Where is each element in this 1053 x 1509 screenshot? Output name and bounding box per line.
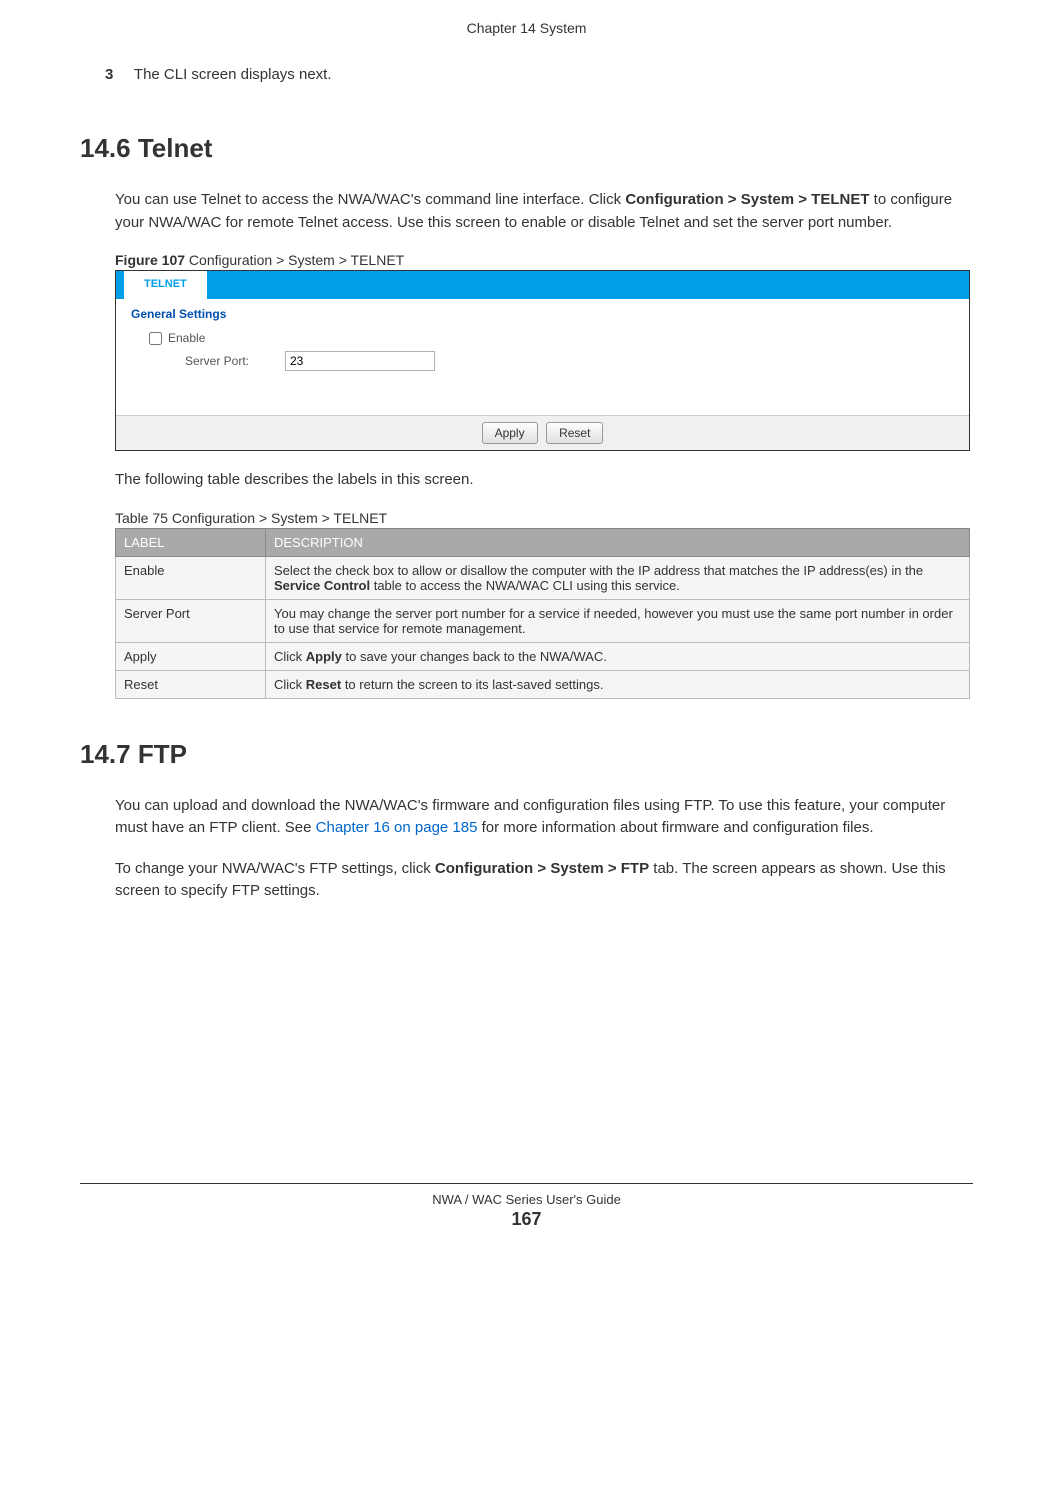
general-settings-heading: General Settings: [131, 307, 954, 321]
section-14-7-heading: 14.7 FTP: [80, 739, 973, 770]
step-number: 3: [105, 66, 130, 83]
table-header-label: LABEL: [116, 528, 266, 556]
cell-desc: Click Apply to save your changes back to…: [266, 642, 970, 670]
para1-post: for more information about firmware and …: [477, 819, 873, 836]
chapter-header: Chapter 14 System: [80, 20, 973, 36]
tab-strip: TELNET: [116, 271, 969, 299]
enable-label: Enable: [168, 331, 205, 345]
table-75: LABEL DESCRIPTION Enable Select the chec…: [115, 528, 970, 699]
step-3-line: 3 The CLI screen displays next.: [105, 66, 973, 83]
enable-checkbox[interactable]: [149, 332, 162, 345]
section-14-6-para1: You can use Telnet to access the NWA/WAC…: [115, 189, 973, 234]
cell-desc: Click Reset to return the screen to its …: [266, 670, 970, 698]
cell-desc: You may change the server port number fo…: [266, 599, 970, 642]
table-row: Server Port You may change the server po…: [116, 599, 970, 642]
page-number: 167: [80, 1209, 973, 1230]
section-14-7-para2: To change your NWA/WAC's FTP settings, c…: [115, 858, 973, 903]
tab-telnet[interactable]: TELNET: [124, 271, 207, 299]
cell-label: Enable: [116, 556, 266, 599]
section-14-6-heading: 14.6 Telnet: [80, 133, 973, 164]
table-header-description: DESCRIPTION: [266, 528, 970, 556]
apply-button[interactable]: Apply: [482, 422, 538, 444]
page-footer: NWA / WAC Series User's Guide 167: [80, 1183, 973, 1230]
para2-pre: To change your NWA/WAC's FTP settings, c…: [115, 860, 435, 877]
figure-107-label: Figure 107 Configuration > System > TELN…: [115, 252, 973, 268]
panel-inner: General Settings Enable Server Port:: [116, 299, 969, 415]
figure-107-screenshot: TELNET General Settings Enable Server Po…: [115, 270, 970, 451]
table-row: Reset Click Reset to return the screen t…: [116, 670, 970, 698]
figure-label-text: Configuration > System > TELNET: [185, 252, 404, 268]
table-row: Apply Click Apply to save your changes b…: [116, 642, 970, 670]
para1-bold: Configuration > System > TELNET: [625, 191, 869, 208]
table-intro: The following table describes the labels…: [115, 469, 973, 492]
button-bar: Apply Reset: [116, 415, 969, 450]
server-port-label: Server Port:: [185, 354, 285, 368]
link-chapter-16[interactable]: Chapter 16 on page 185: [316, 819, 478, 836]
para2-bold: Configuration > System > FTP: [435, 860, 649, 877]
table-row: Enable Select the check box to allow or …: [116, 556, 970, 599]
table-75-caption: Table 75 Configuration > System > TELNET: [115, 510, 973, 526]
cell-desc: Select the check box to allow or disallo…: [266, 556, 970, 599]
cell-label: Apply: [116, 642, 266, 670]
footer-guide-name: NWA / WAC Series User's Guide: [80, 1192, 973, 1207]
cell-label: Reset: [116, 670, 266, 698]
server-port-input[interactable]: [285, 351, 435, 371]
enable-row: Enable: [149, 331, 954, 345]
reset-button[interactable]: Reset: [546, 422, 603, 444]
section-14-7-para1: You can upload and download the NWA/WAC'…: [115, 795, 973, 840]
server-port-row: Server Port:: [149, 351, 954, 371]
step-text: The CLI screen displays next.: [134, 66, 332, 83]
para1-pre: You can use Telnet to access the NWA/WAC…: [115, 191, 625, 208]
cell-label: Server Port: [116, 599, 266, 642]
figure-label-bold: Figure 107: [115, 252, 185, 268]
